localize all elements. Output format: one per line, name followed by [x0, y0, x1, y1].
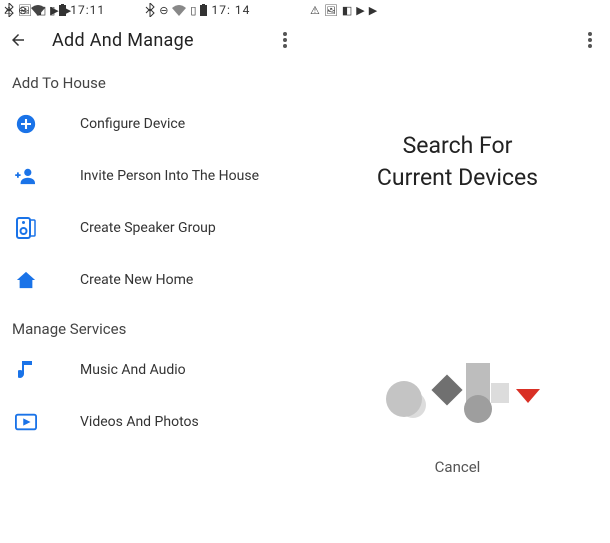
- search-title-line1: Search For: [325, 130, 590, 162]
- right-header: [305, 20, 610, 60]
- plus-circle-icon: [14, 112, 38, 136]
- invite-person-label: Invite Person Into The House: [80, 168, 259, 184]
- wifi-icon: [31, 5, 45, 16]
- more-menu-button[interactable]: [273, 28, 297, 52]
- speaker-group-item[interactable]: Create Speaker Group: [0, 202, 305, 254]
- invite-person-item[interactable]: Invite Person Into The House: [0, 150, 305, 202]
- bluetooth-icon: [4, 3, 14, 17]
- section-add-to-house: Add To House: [0, 60, 305, 98]
- section-manage-services: Manage Services: [0, 306, 305, 344]
- videos-photos-item[interactable]: Videos And Photos: [0, 396, 305, 448]
- home-icon: [14, 268, 38, 292]
- dnd-icon: ⊖: [18, 4, 27, 17]
- music-note-icon: [14, 358, 38, 382]
- configure-device-label: Configure Device: [80, 116, 185, 132]
- new-home-item[interactable]: Create New Home: [0, 254, 305, 306]
- cancel-button[interactable]: Cancel: [305, 458, 610, 476]
- app-header: Add And Manage: [0, 20, 305, 60]
- videos-photos-label: Videos And Photos: [80, 414, 199, 430]
- search-title-line2: Current Devices: [325, 162, 590, 194]
- speaker-group-label: Create Speaker Group: [80, 220, 216, 236]
- sim-icon: ▯: [49, 4, 55, 17]
- search-devices-panel: Search For Current Devices Cancel: [305, 20, 610, 500]
- page-title: Add And Manage: [52, 30, 194, 51]
- battery-icon: [59, 4, 66, 16]
- more-menu-button[interactable]: [578, 28, 602, 52]
- new-home-label: Create New Home: [80, 272, 193, 288]
- music-audio-item[interactable]: Music And Audio: [0, 344, 305, 396]
- status-time: 17:11: [70, 3, 105, 17]
- music-audio-label: Music And Audio: [80, 362, 186, 378]
- person-add-icon: [14, 164, 38, 188]
- configure-device-item[interactable]: Configure Device: [0, 98, 305, 150]
- status-bar-right: ⊖ ▯ 17:11: [0, 0, 610, 20]
- search-title: Search For Current Devices: [305, 130, 610, 194]
- back-button[interactable]: [8, 30, 28, 50]
- video-icon: [14, 410, 38, 434]
- devices-graphic: [305, 354, 610, 434]
- add-manage-panel: Add And Manage Add To House Configure De…: [0, 20, 305, 500]
- speaker-icon: [14, 216, 38, 240]
